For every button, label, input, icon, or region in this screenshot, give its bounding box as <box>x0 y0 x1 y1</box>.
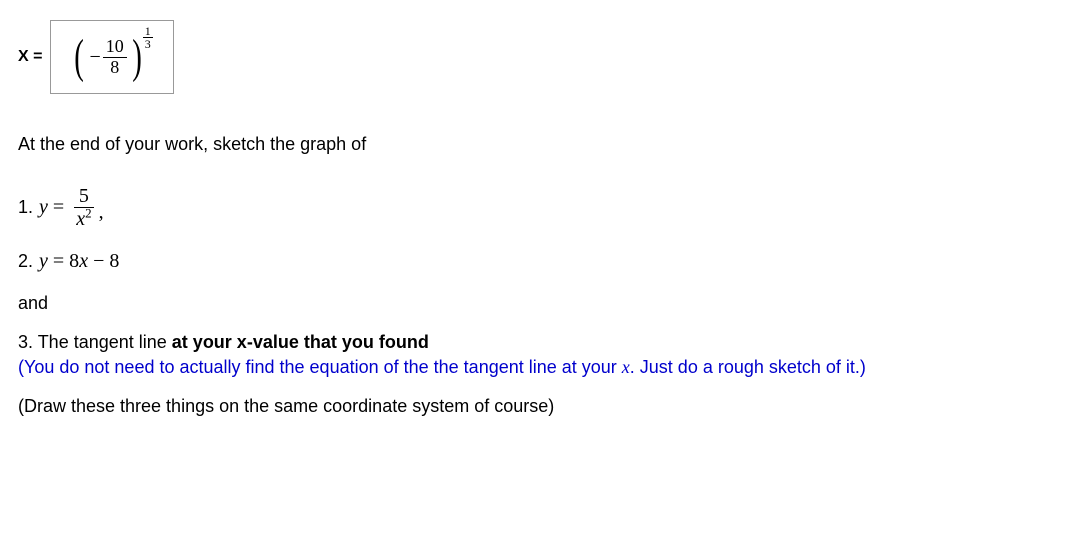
eq1-y: y <box>39 196 48 219</box>
eq1-den-var: x <box>76 208 85 230</box>
eq1-comma: , <box>99 201 104 224</box>
blue-part2: . Just do a rough sketch of it.) <box>630 357 866 377</box>
eq1-den-exp: 2 <box>85 205 92 220</box>
eq1-fraction: 5 x2 <box>73 185 94 230</box>
and-text: and <box>18 293 1063 314</box>
item-3: 3. The tangent line at your x-value that… <box>18 332 1063 353</box>
blue-note: (You do not need to actually find the eq… <box>18 357 1063 378</box>
equation-1: 1. y = 5 x2 , <box>18 185 1063 230</box>
eq1-den: x2 <box>73 208 94 230</box>
exp-denominator: 3 <box>143 38 153 50</box>
instruction-text: At the end of your work, sketch the grap… <box>18 134 1063 155</box>
fraction-10-8: 10 8 <box>103 37 127 78</box>
exp-fraction: 1 3 <box>143 25 153 50</box>
equation-2: 2. y = 8x − 8 <box>18 250 1063 273</box>
minus-sign: − <box>89 46 100 69</box>
eq1-equals: = <box>48 196 69 219</box>
exponent-one-third: 1 3 <box>143 25 153 50</box>
item3-prefix: 3. The tangent line <box>18 332 172 352</box>
eq2-prefix: 2. <box>18 251 33 272</box>
left-paren: ( <box>75 33 85 81</box>
blue-xvar: x <box>622 357 630 377</box>
numerator: 10 <box>103 37 127 58</box>
x-equals-row: X = ( − 10 8 ) 1 3 <box>18 20 1063 94</box>
eq2-expr: y = 8x − 8 <box>39 250 119 273</box>
eq1-prefix: 1. <box>18 197 33 218</box>
denominator: 8 <box>107 58 122 78</box>
item3-bold: at your x-value that you found <box>172 332 429 352</box>
right-paren: ) <box>132 33 142 81</box>
math-answer-box[interactable]: ( − 10 8 ) 1 3 <box>50 20 173 94</box>
final-note: (Draw these three things on the same coo… <box>18 396 1063 417</box>
x-label: X = <box>18 48 42 66</box>
blue-part1: (You do not need to actually find the eq… <box>18 357 622 377</box>
neg-fraction: − 10 8 <box>89 37 126 78</box>
